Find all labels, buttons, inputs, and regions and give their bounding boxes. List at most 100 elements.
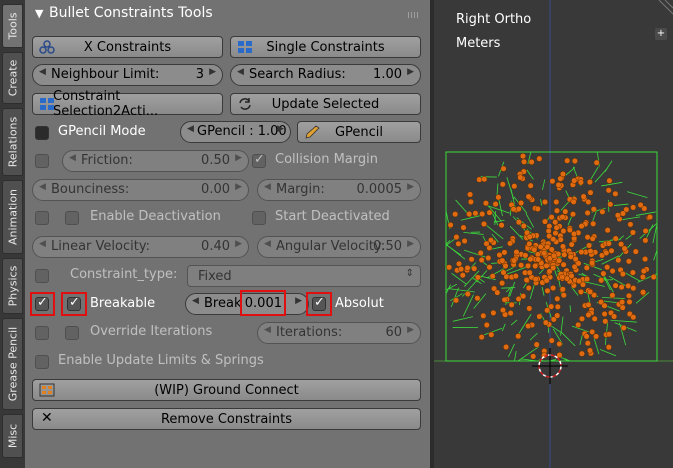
particle <box>511 257 518 264</box>
tab-relations[interactable]: Relations <box>2 108 23 176</box>
decrement-arrow-icon[interactable]: ◀ <box>39 182 46 192</box>
gpencil-mode-checkbox[interactable] <box>35 126 49 140</box>
ground-connect-button[interactable]: (WIP) Ground Connect <box>32 379 421 401</box>
particle <box>630 204 637 211</box>
particle <box>460 224 467 231</box>
drag-grip-icon[interactable] <box>408 12 420 18</box>
field-value: 0.00 <box>201 182 230 197</box>
voronoi-edge <box>653 250 658 261</box>
particle <box>515 333 522 340</box>
particle <box>534 205 541 212</box>
friction-field[interactable]: ◀ Friction: 0.50 ▶ <box>62 150 249 172</box>
voronoi-edge <box>610 319 638 323</box>
increment-arrow-icon[interactable]: ▶ <box>407 182 414 192</box>
margin-field[interactable]: ◀ Margin: 0.0005 ▶ <box>257 179 421 201</box>
override-iterations-checkbox[interactable] <box>65 326 79 340</box>
voronoi-edge <box>604 160 613 173</box>
particle <box>471 265 478 272</box>
search-radius-field[interactable]: ◀ Search Radius: 1.00 ▶ <box>230 64 421 86</box>
particle <box>642 237 649 244</box>
tab-physics[interactable]: Physics <box>2 258 23 314</box>
friction-checkbox[interactable] <box>35 154 49 168</box>
decrement-arrow-icon[interactable]: ◀ <box>39 67 46 77</box>
enable-deactivation-checkbox[interactable] <box>65 211 79 225</box>
enable-update-limits-checkbox[interactable] <box>35 355 49 369</box>
collapse-triangle-icon[interactable]: ▼ <box>35 7 43 20</box>
deactivation-toggle-checkbox[interactable] <box>35 211 49 225</box>
start-deactivated-label: Start Deactivated <box>275 209 390 224</box>
remove-constraints-button[interactable]: ✕ Remove Constraints <box>32 408 421 430</box>
increment-arrow-icon[interactable]: ▶ <box>407 325 414 335</box>
single-constraints-button[interactable]: Single Constraints <box>230 36 421 58</box>
increment-arrow-icon[interactable]: ▶ <box>209 67 216 77</box>
particle <box>550 252 558 259</box>
tab-animation[interactable]: Animation <box>2 180 23 254</box>
3d-viewport[interactable]: Right Ortho Meters + <box>434 0 673 468</box>
particle <box>591 315 598 322</box>
particle <box>515 205 522 213</box>
tab-tools[interactable]: Tools <box>2 4 23 48</box>
particle <box>552 230 559 237</box>
neighbour-limit-field[interactable]: ◀ Neighbour Limit: 3 ▶ <box>32 64 223 86</box>
increment-arrow-icon[interactable]: ▶ <box>407 67 414 77</box>
increment-arrow-icon[interactable]: ▶ <box>407 239 414 249</box>
particle <box>556 340 563 348</box>
tab-misc[interactable]: Misc <box>2 414 23 458</box>
gpencil-value-field[interactable]: ◀ GPencil : 1.00 ▶ <box>180 121 291 143</box>
decrement-arrow-icon[interactable]: ◀ <box>264 239 271 249</box>
x-constraints-button[interactable]: X Constraints <box>32 36 223 58</box>
toolshelf-tabs: Tools Create Relations Animation Physics… <box>0 0 26 468</box>
voronoi-edge <box>462 294 474 317</box>
increment-arrow-icon[interactable]: ▶ <box>277 124 284 134</box>
particle <box>528 158 535 166</box>
decrement-arrow-icon[interactable]: ◀ <box>192 296 199 306</box>
tab-label: Create <box>6 59 19 97</box>
angular-velocity-field[interactable]: ◀ Angular Velocity: 0.50 ▶ <box>257 236 421 258</box>
collision-margin-checkbox[interactable] <box>252 152 266 168</box>
particle <box>556 257 563 264</box>
increment-arrow-icon[interactable]: ▶ <box>235 239 242 249</box>
voronoi-edge <box>613 203 629 206</box>
constraint-type-checkbox[interactable] <box>35 269 49 283</box>
bounciness-field[interactable]: ◀ Bounciness: 0.00 ▶ <box>32 179 249 201</box>
grid-icon <box>40 98 54 110</box>
voronoi-edge <box>594 258 604 263</box>
particle <box>589 328 596 335</box>
update-selected-button[interactable]: Update Selected <box>230 93 421 115</box>
particle <box>598 277 605 284</box>
particle <box>629 229 636 236</box>
start-deactivated-checkbox[interactable] <box>252 211 266 225</box>
iterations-field[interactable]: ◀ Iterations: 60 ▶ <box>257 322 421 344</box>
constraint-type-dropdown[interactable]: Fixed ⇕ <box>187 265 421 287</box>
pencil-icon <box>305 125 320 139</box>
tab-grease-pencil[interactable]: Grease Pencil <box>2 318 23 410</box>
voronoi-edge <box>590 166 599 181</box>
button-label: Single Constraints <box>266 39 385 55</box>
increment-arrow-icon[interactable]: ▶ <box>235 153 242 163</box>
particle <box>577 288 585 295</box>
highlight-box <box>30 292 55 316</box>
increment-arrow-icon[interactable]: ▶ <box>295 296 302 306</box>
override-toggle-checkbox[interactable] <box>35 326 49 340</box>
decrement-arrow-icon[interactable]: ◀ <box>187 124 194 134</box>
particle <box>561 251 568 258</box>
gpencil-button[interactable]: GPencil <box>297 121 421 143</box>
linear-velocity-field[interactable]: ◀ Linear Velocity: 0.40 ▶ <box>32 236 249 258</box>
particle <box>625 292 633 299</box>
increment-arrow-icon[interactable]: ▶ <box>235 182 242 192</box>
tab-create[interactable]: Create <box>2 52 23 104</box>
particle <box>606 177 613 184</box>
constraint-selection-button[interactable]: Constraint Selection2Acti... <box>32 89 223 119</box>
particle <box>601 302 608 309</box>
close-icon: ✕ <box>41 410 53 426</box>
panel-header[interactable]: ▼ Bullet Constraints Tools <box>25 0 430 30</box>
decrement-arrow-icon[interactable]: ◀ <box>39 239 46 249</box>
decrement-arrow-icon[interactable]: ◀ <box>264 182 271 192</box>
particle <box>603 249 610 256</box>
decrement-arrow-icon[interactable]: ◀ <box>69 153 76 163</box>
particle <box>526 305 533 312</box>
decrement-arrow-icon[interactable]: ◀ <box>237 67 244 77</box>
particle <box>452 211 459 218</box>
decrement-arrow-icon[interactable]: ◀ <box>264 325 271 335</box>
particle <box>586 179 593 186</box>
